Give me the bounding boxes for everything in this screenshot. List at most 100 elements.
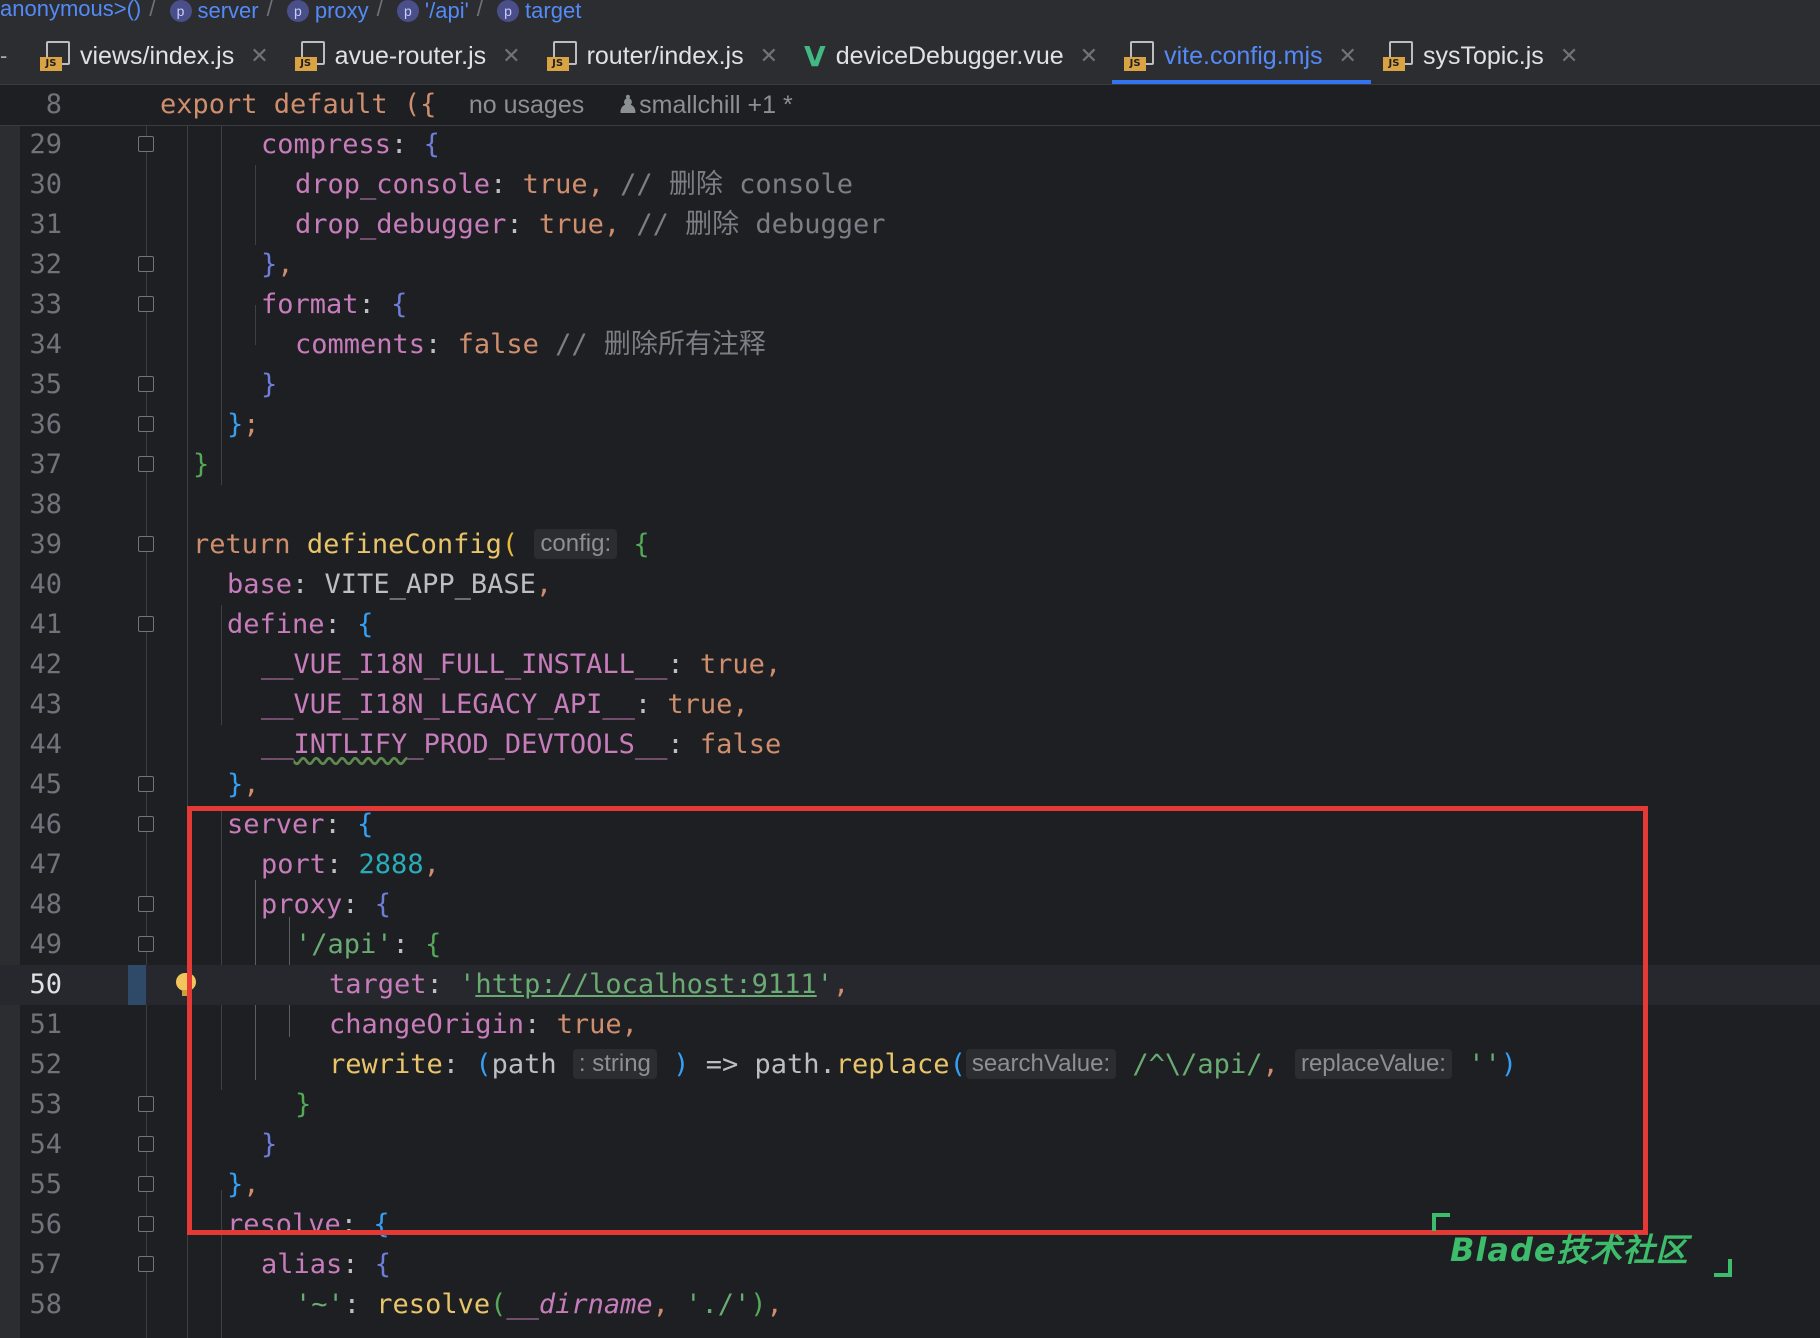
line-number: 53 — [29, 1089, 62, 1120]
tab-router-index[interactable]: JS router/index.js ✕ — [535, 28, 792, 84]
fold-icon[interactable] — [138, 1256, 154, 1272]
js-file-icon: JS — [546, 41, 577, 71]
code-line[interactable]: 42 __VUE_I18N_FULL_INSTALL__: true, — [0, 645, 1820, 685]
code-line[interactable]: 33 format: { — [0, 285, 1820, 325]
code-line[interactable]: 36 }; — [0, 405, 1820, 445]
fold-icon[interactable] — [138, 816, 154, 832]
code-line[interactable]: 32 }, — [0, 245, 1820, 285]
fold-icon[interactable] — [138, 1136, 154, 1152]
fold-icon[interactable] — [138, 1096, 154, 1112]
line-number: 39 — [29, 529, 62, 560]
tab-device-debugger[interactable]: V deviceDebugger.vue ✕ — [792, 28, 1112, 84]
breadcrumb-item[interactable]: p server — [169, 0, 259, 23]
tab-label: vite.config.mjs — [1164, 41, 1323, 70]
close-icon[interactable]: ✕ — [502, 43, 520, 69]
tab-label: sysTopic.js — [1422, 41, 1544, 70]
fold-icon[interactable] — [138, 456, 154, 472]
breadcrumb-separator: / — [149, 0, 156, 21]
line-number: 50 — [29, 969, 62, 1000]
tab-label: router/index.js — [586, 41, 744, 70]
code-line[interactable]: 35 } — [0, 365, 1820, 405]
breadcrumb-item[interactable]: p '/api' — [396, 0, 469, 23]
property-icon: p — [286, 0, 309, 22]
close-icon[interactable]: ✕ — [760, 43, 778, 69]
fold-icon[interactable] — [138, 1176, 154, 1192]
code-line[interactable]: 58 '~': resolve(__dirname, './'), — [0, 1285, 1820, 1325]
property-icon: p — [396, 0, 419, 22]
code-line[interactable]: 29 compress: { — [0, 125, 1820, 165]
js-file-icon: JS — [294, 41, 325, 71]
fold-icon[interactable] — [138, 936, 154, 952]
fold-icon[interactable] — [138, 536, 154, 552]
code-line[interactable]: 31 drop_debugger: true, // 删除 debugger — [0, 205, 1820, 245]
usages-hint[interactable]: no usages — [469, 91, 584, 119]
breadcrumb-separator: / — [376, 0, 383, 21]
line-number: 37 — [29, 449, 62, 480]
tab-avue-router[interactable]: JS avue-router.js ✕ — [283, 28, 535, 84]
tab-sys-topic[interactable]: JS sysTopic.js ✕ — [1371, 28, 1592, 84]
line-number: 47 — [29, 849, 62, 880]
watermark-logo: Blade技术社区 — [1432, 1213, 1732, 1277]
breadcrumb: anonymous>() / p server / p proxy / p '/api' / … — [0, 0, 1820, 28]
sticky-code: export default ({ no usages ♟smallchill … — [160, 89, 793, 120]
sticky-scroll-header[interactable]: 8 export default ({ no usages ♟smallchil… — [0, 85, 1820, 126]
line-number: 32 — [29, 249, 62, 280]
fold-icon[interactable] — [138, 616, 154, 632]
breadcrumb-item[interactable]: anonymous>() — [0, 0, 141, 20]
line-number: 55 — [29, 1169, 62, 1200]
code-line[interactable]: 44 __INTLIFY_PROD_DEVTOOLS__: false — [0, 725, 1820, 765]
breadcrumb-label: '/api' — [424, 0, 469, 23]
close-icon[interactable]: ✕ — [1560, 43, 1578, 69]
line-number: 40 — [29, 569, 62, 600]
breadcrumb-item[interactable]: p target — [497, 0, 581, 22]
tab-vite-config[interactable]: JS vite.config.mjs ✕ — [1112, 28, 1371, 84]
code-line[interactable]: 40 base: VITE_APP_BASE, — [0, 565, 1820, 605]
line-number: 58 — [29, 1289, 62, 1320]
line-number: 44 — [29, 729, 62, 760]
line-number: 30 — [29, 169, 62, 200]
code-line[interactable]: 38 — [0, 485, 1820, 525]
fold-icon[interactable] — [138, 776, 154, 792]
close-icon[interactable]: ✕ — [1080, 43, 1098, 69]
breadcrumb-separator: / — [476, 0, 483, 21]
tab-scroll-left-icon[interactable]: - — [0, 28, 28, 84]
property-icon: p — [169, 0, 192, 22]
code-line[interactable]: 30 drop_console: true, // 删除 console — [0, 165, 1820, 205]
line-number: 33 — [29, 289, 62, 320]
fold-icon[interactable] — [138, 256, 154, 272]
tab-views-index[interactable]: JS views/index.js ✕ — [28, 28, 283, 84]
code-line[interactable]: 45 }, — [0, 765, 1820, 805]
line-number: 8 — [45, 89, 62, 120]
close-icon[interactable]: ✕ — [250, 43, 268, 69]
code-line[interactable]: 37 } — [0, 445, 1820, 485]
breadcrumb-label: proxy — [314, 0, 369, 23]
breadcrumb-item[interactable]: p proxy — [286, 0, 369, 23]
breadcrumb-separator: / — [266, 0, 273, 21]
editor-tab-bar: - JS views/index.js ✕ JS avue-router.js … — [0, 28, 1820, 85]
highlight-annotation-box — [187, 806, 1648, 1235]
fold-icon[interactable] — [138, 896, 154, 912]
line-number: 51 — [29, 1009, 62, 1040]
line-number: 52 — [29, 1049, 62, 1080]
authors-hint[interactable]: smallchill +1 * — [639, 91, 793, 119]
breadcrumb-label: target — [525, 0, 582, 23]
js-file-icon: JS — [1382, 41, 1413, 71]
fold-icon[interactable] — [138, 1216, 154, 1232]
code-line[interactable]: 43 __VUE_I18N_LEGACY_API__: true, — [0, 685, 1820, 725]
code-line[interactable]: 34 comments: false // 删除所有注释 — [0, 325, 1820, 365]
fold-icon[interactable] — [138, 376, 154, 392]
fold-icon[interactable] — [138, 296, 154, 312]
js-file-icon: JS — [1124, 41, 1155, 71]
vue-file-icon: V — [804, 39, 826, 73]
fold-icon[interactable] — [138, 136, 154, 152]
line-number: 34 — [29, 329, 62, 360]
code-line[interactable]: 39 return defineConfig( config: { — [0, 525, 1820, 565]
close-icon[interactable]: ✕ — [1339, 43, 1357, 69]
parameter-hint: config: — [534, 529, 618, 559]
breadcrumb-label: server — [197, 0, 259, 23]
line-number: 49 — [29, 929, 62, 960]
line-number: 42 — [29, 649, 62, 680]
fold-icon[interactable] — [138, 416, 154, 432]
property-icon: p — [497, 0, 520, 22]
code-line[interactable]: 41 define: { — [0, 605, 1820, 645]
